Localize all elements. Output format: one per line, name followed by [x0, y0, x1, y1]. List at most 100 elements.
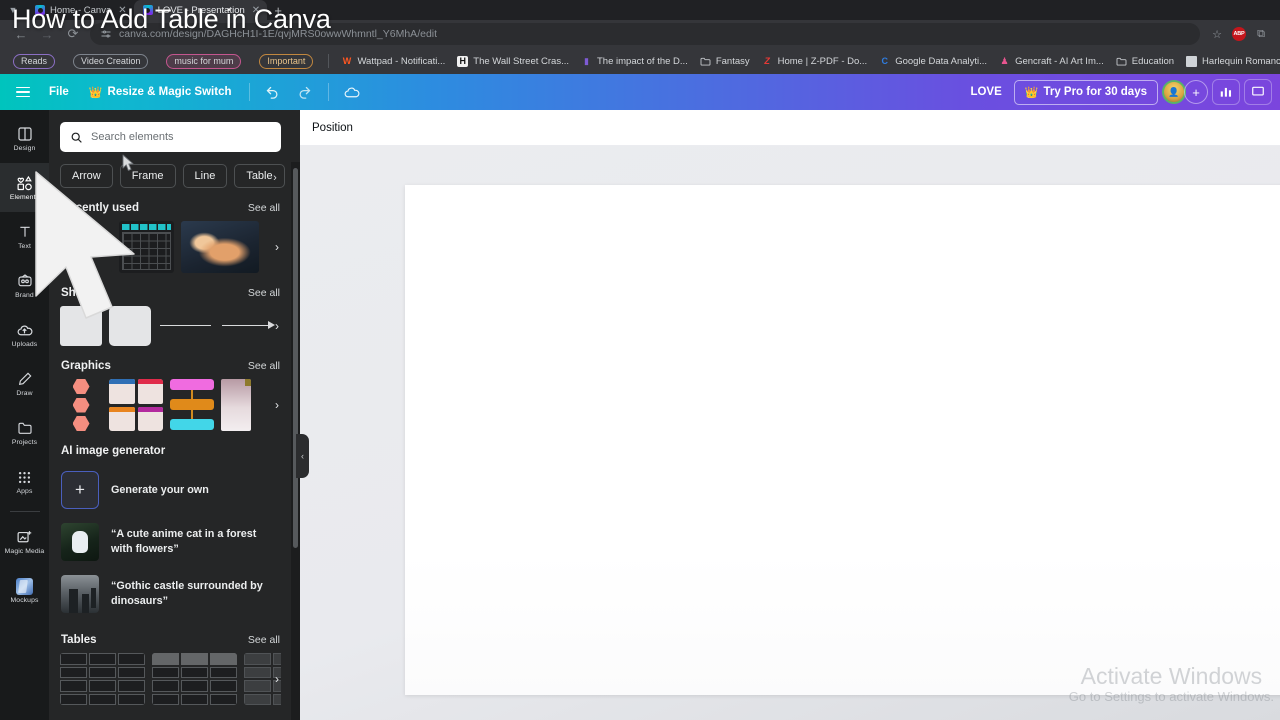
chevron-right-icon[interactable]: ›: [264, 164, 286, 191]
scrollbar-thumb[interactable]: [293, 168, 298, 548]
pill-frame[interactable]: Frame: [119, 164, 176, 188]
user-avatar[interactable]: 👤: [1162, 80, 1186, 104]
shape-line[interactable]: [158, 306, 213, 346]
toolbar-left-group: File 👑 Resize & Magic Switch: [8, 78, 367, 106]
sidebar-item-label: Projects: [11, 438, 38, 446]
sidebar-item-apps[interactable]: Apps: [0, 457, 49, 506]
graphic-pillar[interactable]: [221, 379, 251, 431]
hamburger-menu-icon[interactable]: [8, 78, 38, 106]
section-header-shapes: Shapes See all: [49, 273, 292, 306]
resize-magic-switch-button[interactable]: 👑 Resize & Magic Switch: [80, 81, 241, 104]
back-arrow-icon[interactable]: ←: [8, 21, 34, 47]
insights-bar-chart-icon[interactable]: [1212, 79, 1240, 105]
sidebar-item-projects[interactable]: Projects: [0, 408, 49, 457]
thumb-table-grid[interactable]: [119, 221, 174, 273]
sidebar-item-uploads[interactable]: Uploads: [0, 310, 49, 359]
bookmark-gencraft[interactable]: ♟ Gencraft - AI Art Im...: [993, 54, 1110, 69]
try-pro-button[interactable]: 👑 Try Pro for 30 days: [1013, 79, 1158, 105]
design-page[interactable]: [405, 185, 1280, 695]
bookmark-folder-fantasy[interactable]: Fantasy: [694, 54, 756, 69]
position-toolbar: Position: [300, 110, 1280, 146]
present-button[interactable]: [1244, 79, 1272, 105]
ai-row-label: Generate your own: [111, 483, 209, 496]
graphic-colored-bars[interactable]: [170, 379, 214, 431]
canva-favicon: [142, 5, 153, 15]
see-all-link[interactable]: See all: [248, 634, 280, 646]
sidebar-item-mockups[interactable]: Mockups: [0, 566, 49, 615]
shape-rounded-square[interactable]: [109, 306, 151, 346]
sidebar-item-brand[interactable]: Brand: [0, 261, 49, 310]
tab-search-caret-icon[interactable]: ▼: [0, 0, 26, 20]
canvas-background[interactable]: Activate Windows Go to Settings to activ…: [300, 146, 1280, 720]
sidebar-item-elements[interactable]: Elements: [0, 163, 49, 212]
panel-collapse-handle[interactable]: ‹: [296, 434, 309, 478]
shape-square[interactable]: [60, 306, 102, 346]
sidebar-item-label: Elements: [9, 193, 40, 201]
tab-title: LOVE - Presentation: [157, 4, 245, 16]
thumb-hand-graphic[interactable]: [60, 221, 112, 273]
bookmark-folder-music-for-mum[interactable]: music for mum: [157, 52, 250, 71]
close-icon[interactable]: ✕: [118, 5, 126, 16]
image-icon: [1186, 55, 1198, 67]
see-all-link[interactable]: See all: [248, 360, 280, 372]
canva-top-toolbar: File 👑 Resize & Magic Switch LOVE 👑 Try …: [0, 74, 1280, 110]
close-icon[interactable]: ✕: [252, 5, 260, 16]
url-bar[interactable]: canva.com/design/DAGHcH1I-1E/qvjMRS0owwW…: [90, 23, 1200, 45]
see-all-link[interactable]: See all: [248, 202, 280, 214]
bookmark-impact-of-the-d[interactable]: ▮ The impact of the D...: [575, 54, 694, 69]
new-tab-button[interactable]: +: [267, 0, 289, 20]
sidebar-item-magic-media[interactable]: Magic Media: [0, 517, 49, 566]
chevron-right-icon[interactable]: ›: [268, 396, 286, 414]
bookmark-label: Fantasy: [715, 55, 750, 67]
search-input[interactable]: Search elements: [60, 122, 281, 152]
pill-arrow[interactable]: Arrow: [60, 164, 113, 188]
bookmark-wall-street-crash[interactable]: H The Wall Street Cras...: [451, 54, 575, 69]
ai-prompt-row-gothic-castle[interactable]: “Gothic castle surrounded by dinosaurs”: [49, 568, 292, 620]
folder-icon: [1116, 56, 1127, 67]
chevron-right-icon[interactable]: ›: [268, 238, 286, 256]
graphic-hexagons[interactable]: [60, 379, 102, 431]
bookmark-folder-education[interactable]: Education: [1110, 54, 1180, 69]
redo-icon[interactable]: [290, 78, 320, 106]
chevron-right-icon[interactable]: ›: [268, 317, 286, 335]
ai-prompt-row-anime-cat[interactable]: “A cute anime cat in a forest with flowe…: [49, 516, 292, 568]
browser-tab-love-presentation[interactable]: LOVE - Presentation ✕: [133, 0, 268, 20]
position-button[interactable]: Position: [312, 122, 353, 134]
undo-icon[interactable]: [258, 78, 288, 106]
docs-icon: ▮: [584, 55, 589, 66]
bookmark-folder-reads[interactable]: Reads: [4, 52, 64, 71]
tune-icon[interactable]: [100, 28, 112, 40]
chevron-right-icon[interactable]: ›: [268, 670, 286, 688]
sidebar-item-text[interactable]: Text: [0, 212, 49, 261]
table-header[interactable]: [152, 653, 237, 705]
thumb-cat-photo[interactable]: [181, 221, 259, 273]
forward-arrow-icon[interactable]: →: [34, 21, 60, 47]
adblock-plus-icon[interactable]: ABP: [1228, 23, 1250, 45]
bookmark-harlequin-romance[interactable]: Harlequin Romance:...: [1180, 54, 1280, 69]
sidebar-item-draw[interactable]: Draw: [0, 359, 49, 408]
bookmark-label: Education: [1131, 55, 1175, 67]
add-people-button[interactable]: +: [1184, 80, 1208, 104]
projects-icon: [17, 420, 33, 437]
browser-tab-home-canva[interactable]: Home - Canva ✕: [26, 0, 134, 20]
sidebar-item-design[interactable]: Design: [0, 114, 49, 163]
graphic-color-cards[interactable]: [109, 379, 163, 431]
bookmark-folder-video-creation[interactable]: Video Creation: [64, 52, 157, 71]
file-menu-button[interactable]: File: [40, 81, 78, 103]
extensions-icon[interactable]: ⧉: [1250, 23, 1272, 45]
ai-generate-your-own-row[interactable]: + Generate your own: [49, 464, 292, 516]
bookmark-z-pdf[interactable]: Z Home | Z-PDF - Do...: [756, 54, 874, 69]
see-all-link[interactable]: See all: [248, 287, 280, 299]
elements-panel: Search elements Arrow Frame Line Table ›…: [49, 110, 300, 720]
bookmark-folder-important[interactable]: Important: [250, 52, 322, 71]
search-area: Search elements: [49, 110, 292, 160]
shape-arrow[interactable]: [220, 306, 275, 346]
bookmark-google-data-analytics[interactable]: C Google Data Analyti...: [873, 54, 993, 69]
table-plain[interactable]: [60, 653, 145, 705]
bookmark-wattpad[interactable]: W Wattpad - Notificati...: [335, 54, 451, 69]
cloud-saved-icon[interactable]: [337, 78, 367, 106]
pill-line[interactable]: Line: [182, 164, 228, 188]
bookmark-star-icon[interactable]: ☆: [1206, 23, 1228, 45]
section-header-ai-image-generator: AI image generator: [49, 431, 292, 464]
reload-icon[interactable]: ⟳: [60, 21, 86, 47]
